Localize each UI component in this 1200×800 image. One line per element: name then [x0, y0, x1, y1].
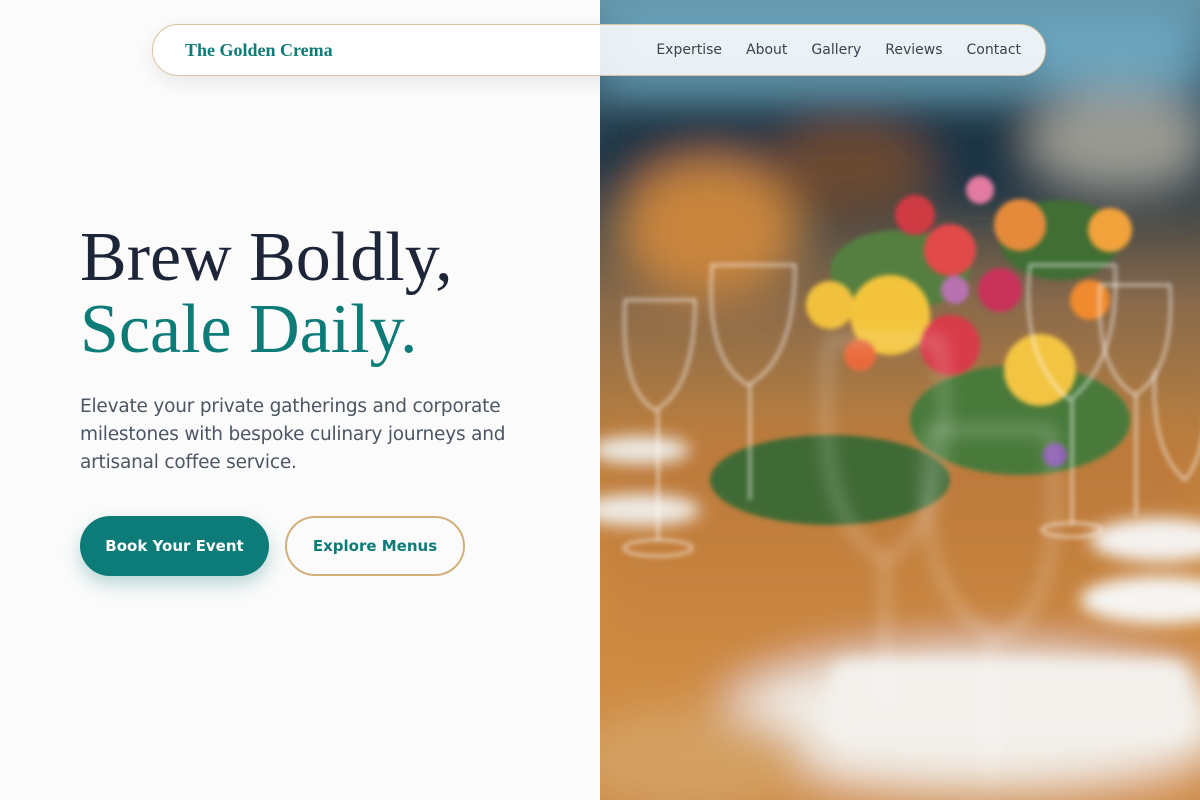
- hero-image-banquet-table: [600, 0, 1200, 800]
- headline-line-1: Brew Boldly,: [80, 219, 453, 296]
- nav-link-reviews[interactable]: Reviews: [885, 42, 942, 58]
- explore-menus-button[interactable]: Explore Menus: [285, 516, 465, 576]
- nav-links: Expertise About Gallery Reviews Contact: [656, 42, 1021, 58]
- headline-line-2: Scale Daily.: [80, 291, 418, 368]
- landing-page: The Golden Crema Expertise About Gallery…: [0, 0, 1200, 800]
- hero-headline: Brew Boldly, Scale Daily.: [80, 222, 453, 366]
- brand-logo-link[interactable]: The Golden Crema: [185, 40, 333, 61]
- top-navigation: The Golden Crema Expertise About Gallery…: [152, 24, 1046, 76]
- book-event-button[interactable]: Book Your Event: [80, 516, 269, 576]
- banquet-photo-illustration: [600, 0, 1200, 800]
- nav-link-about[interactable]: About: [746, 42, 787, 58]
- nav-link-contact[interactable]: Contact: [967, 42, 1021, 58]
- nav-link-expertise[interactable]: Expertise: [656, 42, 722, 58]
- hero-subtext: Elevate your private gatherings and corp…: [80, 396, 506, 473]
- nav-link-gallery[interactable]: Gallery: [811, 42, 861, 58]
